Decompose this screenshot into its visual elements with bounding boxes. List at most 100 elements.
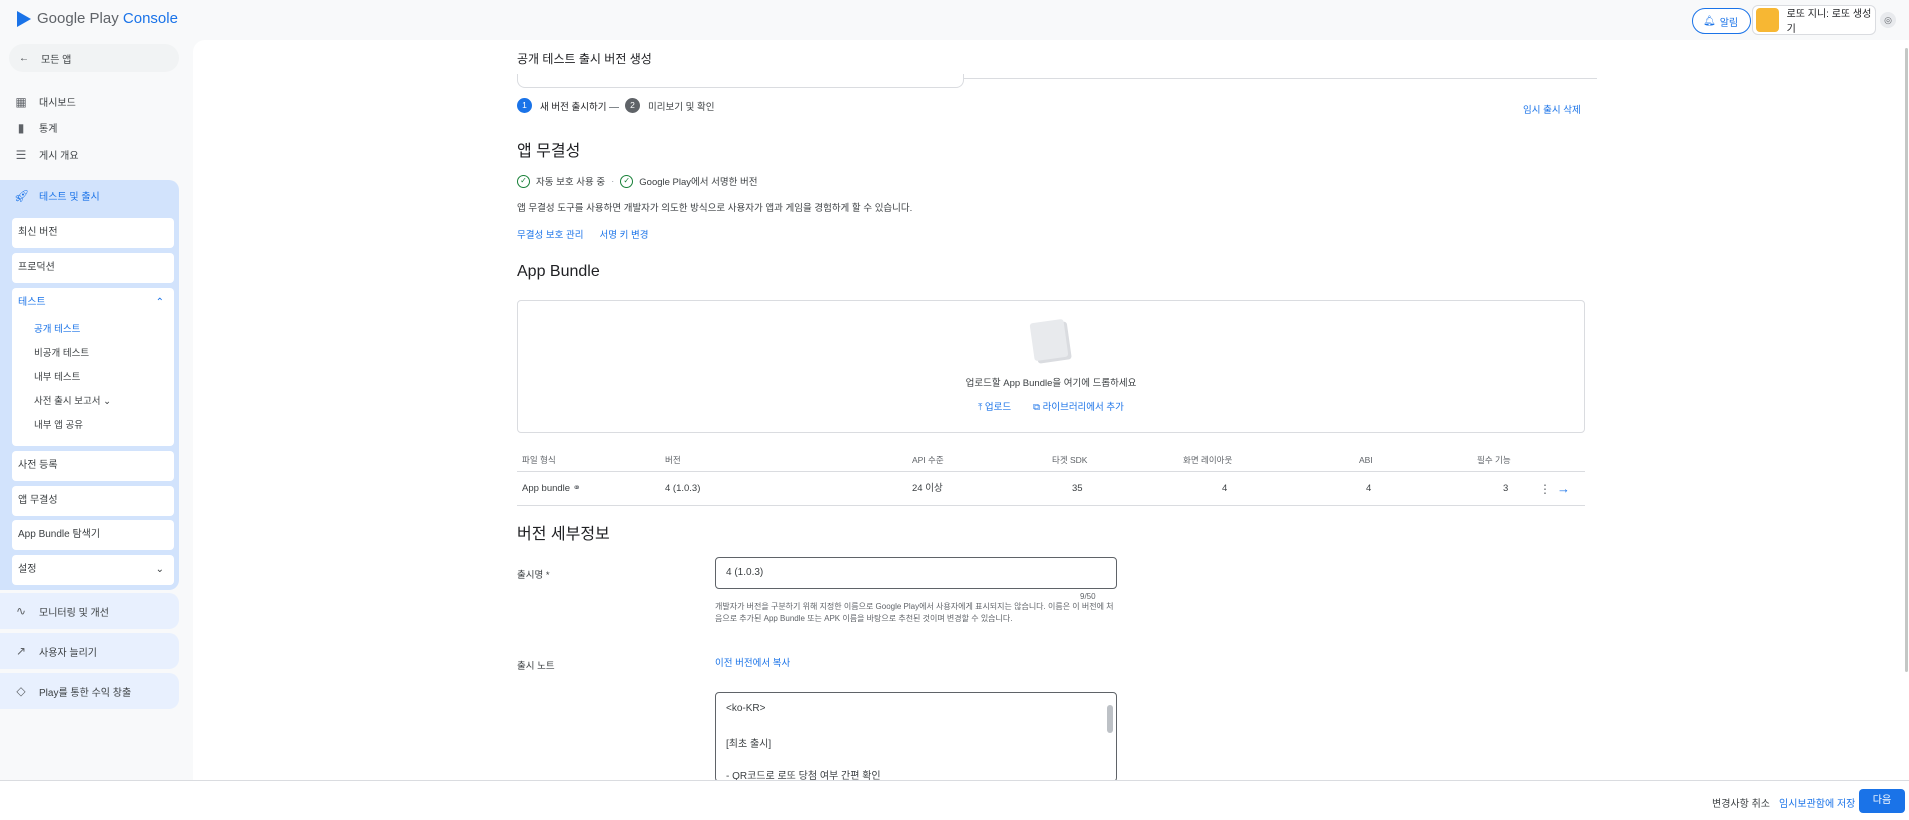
- cell-required-features: 3: [1503, 483, 1509, 494]
- sidebar-item-open-testing[interactable]: 공개 테스트: [18, 318, 174, 342]
- col-target-sdk: 타겟 SDK: [1052, 455, 1088, 465]
- account-name: 로또 지니: 로또 생성기: [1786, 9, 1872, 35]
- release-notes-textarea[interactable]: <ko-KR> [최초 출시] - QR코드로 로또 당첨 여부 간편 확인: [715, 692, 1117, 782]
- cell-api-level: 24 이상: [912, 483, 943, 494]
- integrity-title: 앱 무결성: [517, 143, 581, 160]
- col-required-features: 필수 기능: [1477, 455, 1511, 465]
- cell-abi: 4: [1366, 483, 1372, 494]
- sidebar-item-test-and-release[interactable]: 🚀︎ 테스트 및 출시: [14, 188, 100, 204]
- bundle-illustration: [1029, 318, 1069, 362]
- integrity-status-row: ✓ 자동 보호 사용 중 · ✓ Google Play에서 서명한 버전: [517, 174, 758, 188]
- cell-version: 4 (1.0.3): [665, 483, 701, 494]
- bell-icon: 🔔︎: [1703, 15, 1716, 27]
- sidebar-item-app-integrity[interactable]: 앱 무결성: [12, 486, 174, 516]
- cell-screen-layout: 4: [1222, 483, 1228, 494]
- discard-changes-button[interactable]: 변경사항 취소: [1712, 795, 1770, 810]
- more-vert-icon[interactable]: ⋮: [1539, 472, 1551, 506]
- copy-previous-link[interactable]: 이전 버전에서 복사: [715, 655, 790, 669]
- bundle-dropzone[interactable]: 업로드할 App Bundle을 여기에 드롭하세요 ⤒ 업로드 ⧉ 라이브러리…: [517, 300, 1585, 433]
- step-2: 2 미리보기 및 확인: [625, 98, 714, 113]
- sidebar-group-monetize[interactable]: ◇ Play를 통한 수익 창출: [0, 673, 179, 709]
- testing-group: 테스트 ⌃ 공개 테스트 비공개 테스트 내부 테스트 사전 출시 보고서 ⌄ …: [12, 288, 174, 446]
- release-notes-label: 출시 노트: [517, 661, 555, 672]
- sidebar-item-testing[interactable]: 테스트 ⌃: [18, 288, 174, 318]
- notes-line: <ko-KR>: [726, 703, 766, 714]
- check-circle-icon: ✓: [517, 174, 530, 188]
- sidebar-item-bundle-explorer[interactable]: App Bundle 탐색기: [12, 520, 174, 550]
- sidebar-group-monitor[interactable]: ∿ 모니터링 및 개선: [0, 593, 179, 629]
- arrow-forward-icon[interactable]: →: [1557, 472, 1570, 506]
- sidebar-item-pre-launch-report[interactable]: 사전 출시 보고서 ⌄: [18, 390, 174, 414]
- sidebar-item-statistics[interactable]: ▮ 통계: [14, 120, 58, 136]
- discard-release-link[interactable]: 임시 출시 삭제: [1523, 102, 1581, 116]
- all-apps-button[interactable]: ← 모든 앱: [9, 44, 179, 72]
- sidebar-item-internal-testing[interactable]: 내부 테스트: [18, 366, 174, 390]
- collapsed-card: [517, 74, 964, 88]
- chevron-up-icon: ⌃: [155, 297, 164, 308]
- bar-chart-icon: ▮: [17, 120, 25, 135]
- notes-line: [최초 출시]: [726, 739, 772, 750]
- sidebar-item-production[interactable]: 프로덕션: [12, 253, 174, 283]
- manage-integrity-link[interactable]: 무결성 보호 관리: [517, 227, 583, 241]
- notifications-button[interactable]: 🔔︎ 알림: [1692, 8, 1752, 34]
- table-row[interactable]: App bundle ⚭ 4 (1.0.3) 24 이상 35 4 4 3 ⋮ …: [517, 472, 1585, 506]
- release-name-helper: 개발자가 버전을 구분하기 위해 지정한 이름으로 Google Play에서 …: [715, 602, 1114, 623]
- change-signing-key-link[interactable]: 서명 키 변경: [599, 227, 648, 241]
- play-console-logo[interactable]: Google Play Console: [17, 10, 178, 27]
- separator-dot: ·: [611, 175, 615, 187]
- add-from-library-button[interactable]: ⧉ 라이브러리에서 추가: [1033, 399, 1124, 413]
- notes-scrollbar[interactable]: [1107, 705, 1113, 733]
- sidebar-group-grow-users[interactable]: ↗ 사용자 늘리기: [0, 633, 179, 669]
- sidebar-item-internal-app-sharing[interactable]: 내부 앱 공유: [18, 414, 174, 438]
- upload-icon: ⤒: [978, 402, 983, 413]
- dashboard-icon: ▦: [15, 94, 27, 109]
- link-icon: ⚭: [572, 483, 581, 494]
- step-2-label: 미리보기 및 확인: [648, 101, 715, 113]
- sidebar-item-publishing-overview[interactable]: ☰ 게시 개요: [14, 147, 79, 163]
- integrity-status-2: Google Play에서 서명한 버전: [639, 177, 758, 188]
- sidebar: ← 모든 앱 ▦ 대시보드 ▮ 통계 ☰ 게시 개요 🚀︎ 테스트 및 출시 최…: [0, 40, 190, 780]
- app-avatar: [1756, 8, 1779, 32]
- cell-file-type: App bundle ⚭: [522, 483, 581, 494]
- page-scrollbar[interactable]: [1905, 48, 1908, 672]
- bundle-table: 파일 형식 버전 API 수준 타겟 SDK 화면 레이아웃 ABI 필수 기능…: [517, 448, 1585, 506]
- release-name-counter: 9/50: [1080, 592, 1096, 601]
- required-mark: *: [545, 570, 550, 581]
- library-icon: ⧉: [1033, 402, 1040, 413]
- sidebar-item-pre-registration[interactable]: 사전 등록: [12, 451, 174, 481]
- integrity-status-1: 자동 보호 사용 중: [536, 177, 606, 188]
- all-apps-label: 모든 앱: [41, 54, 72, 66]
- step-1: 1 새 버전 출시하기: [517, 98, 606, 113]
- logo-console: Console: [122, 10, 178, 27]
- rocket-icon: 🚀︎: [14, 188, 30, 203]
- logo-google-play: Google Play: [37, 10, 119, 27]
- upload-button[interactable]: ⤒ 업로드: [978, 399, 1011, 413]
- app-bundle-title: App Bundle: [517, 263, 600, 280]
- step-connector: [609, 107, 619, 108]
- sidebar-item-settings[interactable]: 설정 ⌄: [12, 555, 174, 585]
- sidebar-item-dashboard[interactable]: ▦ 대시보드: [14, 94, 75, 110]
- notifications-label: 알림: [1719, 17, 1739, 29]
- publishing-overview-icon: ☰: [15, 147, 27, 162]
- chevron-down-icon: ⌄: [155, 564, 164, 575]
- col-version: 버전: [665, 455, 681, 465]
- account-switcher[interactable]: 로또 지니: 로또 생성기: [1752, 5, 1876, 35]
- step-1-label: 새 버전 출시하기: [540, 101, 607, 113]
- check-circle-icon: ✓: [620, 174, 634, 188]
- account-menu-icon[interactable]: ◎: [1880, 12, 1896, 28]
- sidebar-item-latest-version[interactable]: 최신 버전: [12, 218, 174, 248]
- col-file-type: 파일 형식: [522, 455, 556, 465]
- release-name-label: 출시명 *: [517, 570, 550, 581]
- play-logo-icon: [17, 10, 31, 27]
- chevron-down-icon: ⌄: [103, 396, 112, 407]
- cell-target-sdk: 35: [1072, 483, 1083, 494]
- step-2-number: 2: [625, 98, 640, 113]
- integrity-links: 무결성 보호 관리 서명 키 변경: [517, 227, 648, 241]
- table-header: 파일 형식 버전 API 수준 타겟 SDK 화면 레이아웃 ABI 필수 기능: [517, 448, 1585, 472]
- dropzone-actions: ⤒ 업로드 ⧉ 라이브러리에서 추가: [518, 399, 1584, 413]
- save-draft-button[interactable]: 임시보관함에 저장: [1779, 795, 1855, 810]
- next-button[interactable]: 다음: [1859, 789, 1905, 813]
- release-name-input[interactable]: 4 (1.0.3): [715, 557, 1117, 589]
- sidebar-item-closed-testing[interactable]: 비공개 테스트: [18, 342, 174, 366]
- col-screen-layout: 화면 레이아웃: [1183, 455, 1233, 465]
